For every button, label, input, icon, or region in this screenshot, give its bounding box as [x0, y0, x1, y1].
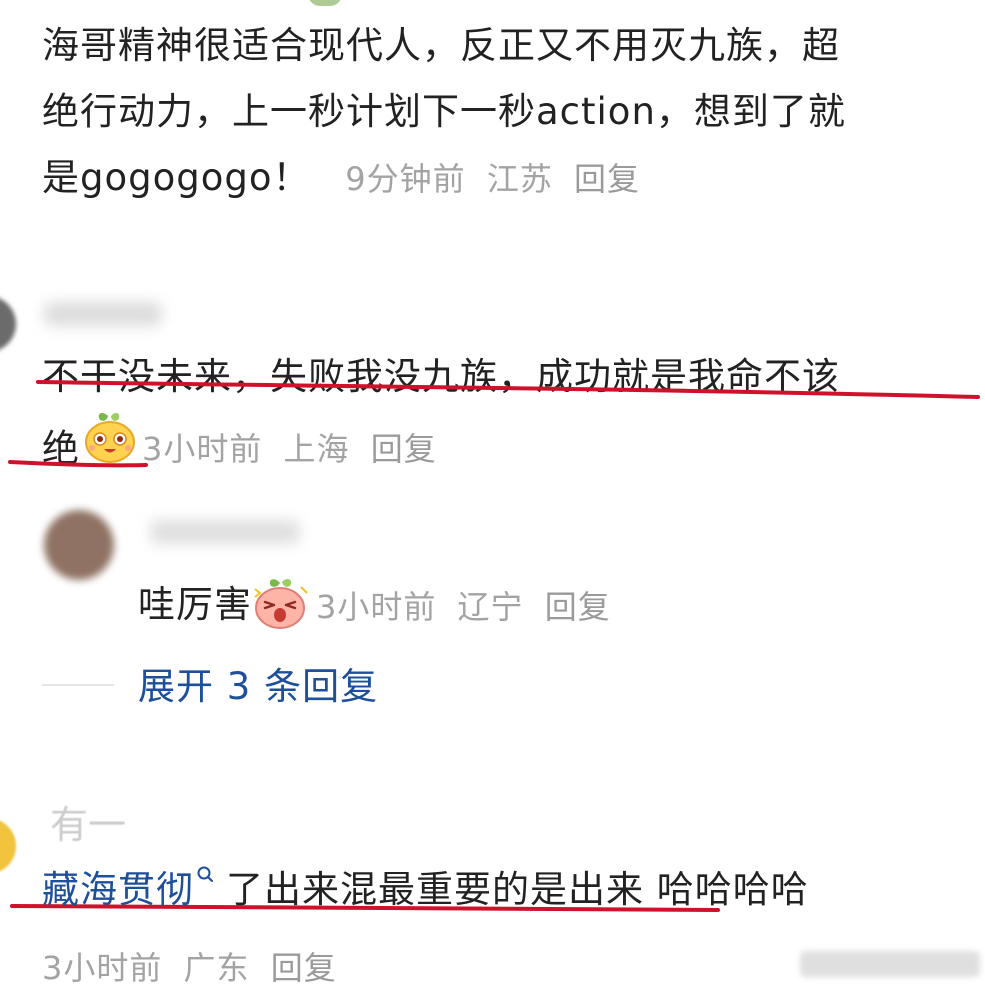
username-blurred[interactable] [44, 302, 162, 326]
comment-text-line: 是gogogogo！ [42, 156, 311, 199]
timestamp: 9分钟前 [345, 160, 466, 198]
shocked-sprout-emoji [252, 575, 308, 635]
timestamp: 3小时前 [316, 588, 437, 626]
watermark-blurred [800, 951, 980, 977]
happy-sprout-emoji [82, 410, 138, 487]
timestamp: 3小时前 [42, 949, 163, 987]
comment-text: 了出来混最重要的是出来 哈哈哈哈 [226, 868, 809, 911]
reply-button[interactable]: 回复 [574, 160, 640, 198]
avatar[interactable] [0, 296, 16, 352]
expand-divider [42, 684, 114, 686]
location: 江苏 [486, 160, 553, 198]
reply-button[interactable]: 回复 [271, 949, 337, 987]
comment-text-line: 绝 [42, 426, 80, 470]
username-partial[interactable]: 有一 [50, 794, 126, 849]
comment-2: 不干没未来，失败我没九族，成功就是我命不该 绝 3小时前 上海 回复 [42, 344, 972, 487]
comment-text-line: 不干没未来，失败我没九族，成功就是我命不该 [42, 355, 840, 398]
search-icon [196, 865, 216, 889]
location: 广东 [183, 949, 250, 987]
location: 上海 [283, 429, 350, 468]
reply-meta: 3小时前 辽宁 回复 [316, 582, 611, 628]
reply-username-blurred[interactable] [150, 520, 300, 544]
timestamp: 3小时前 [142, 429, 263, 468]
reply-text: 哇厉害 [138, 583, 252, 626]
reply-button[interactable]: 回复 [545, 588, 611, 626]
comment-1: 海哥精神很适合现代人，反正又不用灭九族，超 绝行动力，上一秒计划下一秒actio… [42, 13, 972, 212]
comment-4: 藏海贯彻 了出来混最重要的是出来 哈哈哈哈 [42, 857, 809, 923]
comment-text-line: 海哥精神很适合现代人，反正又不用灭九族，超 [42, 24, 840, 67]
reply-button[interactable]: 回复 [371, 430, 437, 468]
comment-meta: 3小时前 上海 回复 [142, 416, 437, 482]
comment-meta: 9分钟前 江苏 回复 [345, 160, 640, 198]
badge-icon [308, 0, 342, 6]
location: 辽宁 [457, 588, 524, 626]
reply-avatar[interactable] [44, 510, 114, 580]
comment-meta: 3小时前 广东 回复 [42, 943, 337, 989]
comment-text-line: 绝行动力，上一秒计划下一秒action，想到了就 [42, 90, 846, 133]
avatar[interactable] [0, 818, 16, 874]
expand-replies-link[interactable]: 展开 3 条回复 [138, 654, 378, 720]
nested-reply: 哇厉害 3小时前 辽宁 回复 [138, 572, 611, 638]
topic-link[interactable]: 藏海贯彻 [42, 857, 194, 923]
